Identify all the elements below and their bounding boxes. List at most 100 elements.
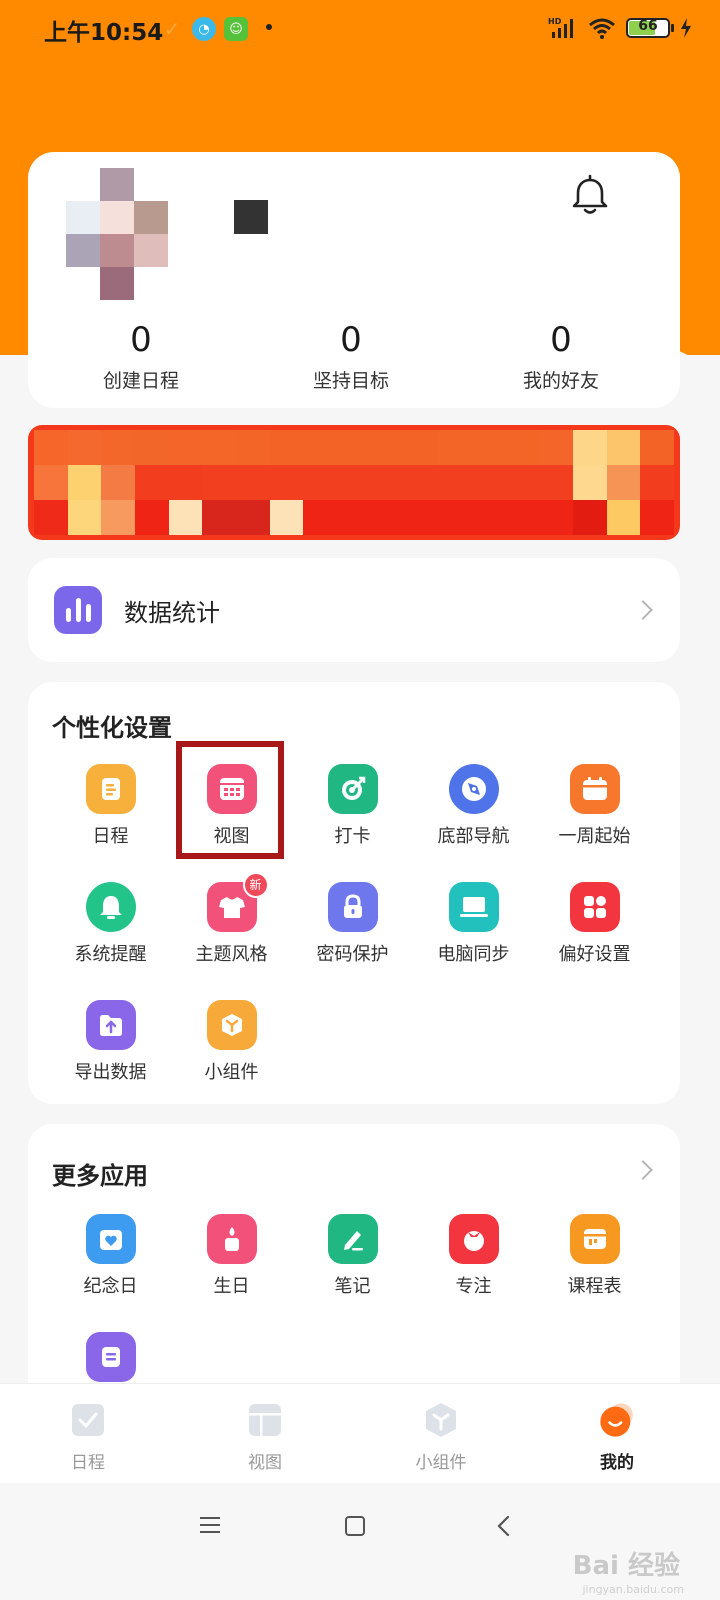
- anniversary-icon: [85, 1214, 136, 1264]
- tab-schedule[interactable]: 日程: [28, 1400, 148, 1473]
- tab-mine[interactable]: 我的: [557, 1400, 677, 1473]
- apps-icon: [569, 882, 620, 932]
- personalization-section: 个性化设置 日程 视图 打卡 底部导航 一周起始 系统提醒 新 主题风格 密码保…: [28, 682, 680, 1104]
- setting-export[interactable]: 导出数据: [50, 1000, 171, 1084]
- banner-image: [34, 430, 674, 535]
- lock-icon: [327, 882, 378, 932]
- watermark-url: jingyan.baidu.com: [582, 1583, 684, 1596]
- new-badge: 新: [242, 872, 269, 898]
- promo-banner[interactable]: [28, 425, 680, 540]
- app-notes[interactable]: 笔记: [292, 1214, 413, 1298]
- home-icon[interactable]: [343, 1514, 367, 1538]
- tshirt-icon: 新: [206, 872, 269, 932]
- app-timetable[interactable]: 课程表: [534, 1214, 655, 1298]
- birthday-candle-icon: [206, 1214, 257, 1264]
- check-icon: ✓: [163, 17, 181, 41]
- status-time: 上午10:54: [44, 20, 164, 46]
- bell-icon: [85, 882, 136, 932]
- stat-value: 0: [340, 320, 362, 360]
- wifi-icon: [589, 18, 615, 39]
- tab-label: 小组件: [415, 1453, 467, 1473]
- back-icon[interactable]: [494, 1514, 514, 1538]
- section-title: 个性化设置: [52, 714, 172, 742]
- status-bar: 上午10:54 ✓ ◔ ☺ HD 66: [0, 0, 720, 56]
- app-anniversary[interactable]: 纪念日: [50, 1214, 171, 1298]
- setting-label: 小组件: [204, 1062, 259, 1083]
- app-birthday[interactable]: 生日: [171, 1214, 292, 1298]
- layout-icon: [245, 1400, 285, 1440]
- app-label: 专注: [455, 1276, 492, 1297]
- schedule-icon: [85, 764, 136, 814]
- profile-card: 0 创建日程 0 坚持目标 0 我的好友: [28, 152, 680, 408]
- timetable-icon: [569, 1214, 620, 1264]
- setting-theme[interactable]: 新 主题风格: [171, 872, 292, 966]
- setting-label: 密码保护: [316, 944, 389, 965]
- bar-chart-icon: [54, 586, 102, 634]
- stat-value: 0: [550, 320, 572, 360]
- more-apps-section: 更多应用 纪念日 生日 笔记 专注 课程表: [28, 1124, 680, 1404]
- system-nav-bar: Bai 经验 jingyan.baidu.com: [0, 1484, 720, 1600]
- tab-widget[interactable]: 小组件: [381, 1400, 501, 1473]
- tab-label: 我的: [600, 1453, 634, 1473]
- setting-label: 系统提醒: [74, 944, 147, 965]
- setting-pc-sync[interactable]: 电脑同步: [413, 882, 534, 966]
- app-document[interactable]: [50, 1332, 171, 1382]
- app-focus[interactable]: 专注: [413, 1214, 534, 1298]
- username-redacted: [234, 200, 268, 234]
- avatar[interactable]: [66, 168, 168, 300]
- wechat-icon: ☺: [224, 17, 248, 41]
- setting-label: 主题风格: [195, 944, 268, 965]
- cellular-signal-icon: HD: [548, 17, 573, 38]
- bottom-tab-bar: 日程 视图 小组件 我的: [0, 1383, 720, 1483]
- widget-cube-icon: [206, 1000, 257, 1050]
- setting-label: 底部导航: [437, 826, 510, 847]
- note-pen-icon: [327, 1214, 378, 1264]
- stat-schedules[interactable]: 0 创建日程: [61, 320, 221, 393]
- menu-icon[interactable]: [198, 1514, 222, 1536]
- document-icon: [85, 1332, 136, 1382]
- chevron-right-icon[interactable]: [633, 1160, 653, 1180]
- stat-goals[interactable]: 0 坚持目标: [271, 320, 431, 393]
- svg-text:HD: HD: [548, 17, 562, 26]
- export-folder-icon: [85, 1000, 136, 1050]
- highlight-box: [176, 741, 284, 859]
- battery-level: 66: [638, 18, 658, 34]
- data-stats-row[interactable]: 数据统计: [28, 558, 680, 662]
- setting-password[interactable]: 密码保护: [292, 882, 413, 966]
- laptop-icon: [448, 882, 499, 932]
- tomato-icon: [448, 1214, 499, 1264]
- setting-label: 打卡: [334, 826, 371, 847]
- tab-view[interactable]: 视图: [205, 1400, 325, 1473]
- setting-week-start[interactable]: 一周起始: [534, 764, 655, 848]
- setting-reminder[interactable]: 系统提醒: [50, 882, 171, 966]
- setting-preferences[interactable]: 偏好设置: [534, 882, 655, 966]
- charging-icon: [681, 18, 691, 38]
- stat-label: 我的好友: [522, 370, 599, 392]
- battery-icon: 66: [626, 18, 674, 38]
- stat-label: 坚持目标: [312, 370, 389, 392]
- setting-bottom-nav[interactable]: 底部导航: [413, 764, 534, 848]
- more-notifications-dot: [266, 24, 272, 30]
- app-notification-icon: ◔: [192, 17, 216, 41]
- smile-avatar-icon: [597, 1400, 637, 1440]
- notification-bell-icon[interactable]: [568, 174, 612, 218]
- app-label: 笔记: [334, 1276, 371, 1297]
- app-label: 课程表: [567, 1276, 622, 1297]
- setting-checkin[interactable]: 打卡: [292, 764, 413, 848]
- setting-label: 日程: [92, 826, 129, 847]
- stat-friends[interactable]: 0 我的好友: [481, 320, 641, 393]
- chevron-right-icon: [633, 600, 653, 620]
- section-title: 更多应用: [52, 1162, 148, 1190]
- status-right: HD 66: [548, 14, 692, 42]
- setting-schedule[interactable]: 日程: [50, 764, 171, 848]
- cube-icon: [421, 1400, 461, 1440]
- tab-label: 视图: [248, 1453, 282, 1473]
- stat-value: 0: [130, 320, 152, 360]
- setting-label: 电脑同步: [437, 944, 510, 965]
- compass-icon: [448, 764, 499, 814]
- checkbox-icon: [68, 1400, 108, 1440]
- tab-label: 日程: [71, 1453, 105, 1473]
- setting-widget[interactable]: 小组件: [171, 1000, 292, 1084]
- app-label: 生日: [213, 1276, 250, 1297]
- app-label: 纪念日: [83, 1276, 138, 1297]
